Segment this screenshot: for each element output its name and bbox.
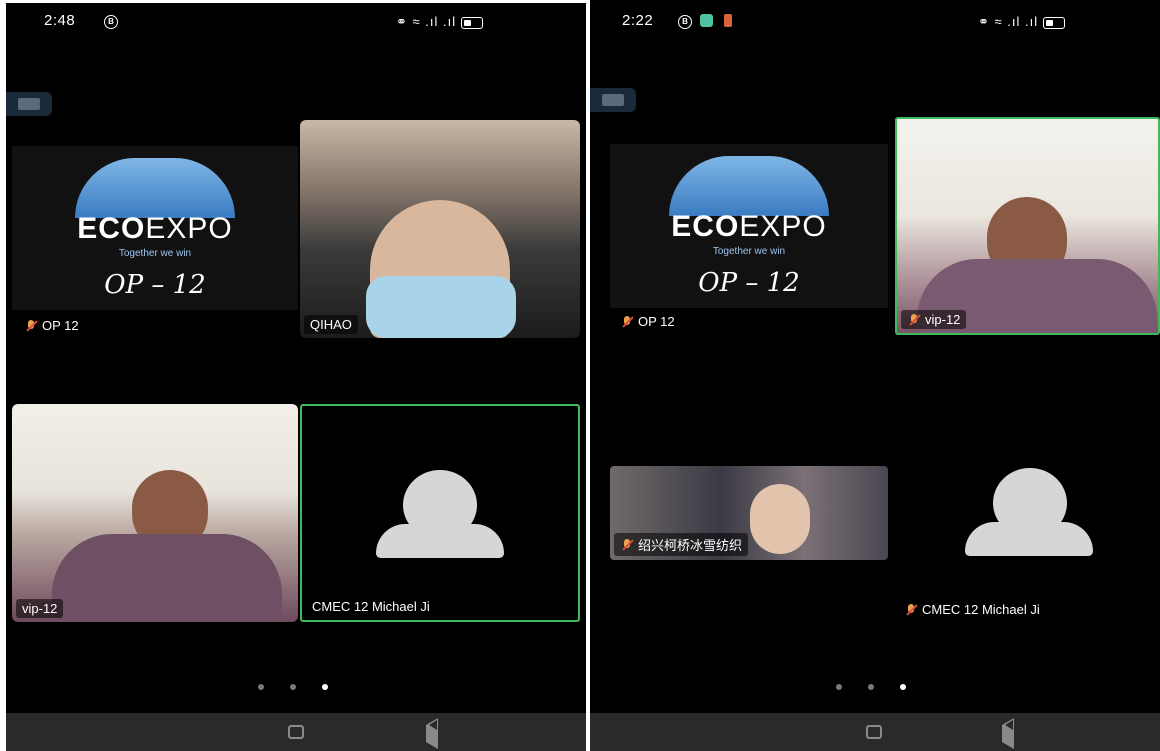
- participant-name-label: CMEC 12 Michael Ji: [312, 599, 430, 614]
- participant-name-shaoxing: 绍兴柯桥冰雪纺织: [614, 533, 749, 556]
- battery-icon: [460, 16, 483, 29]
- participant-name-vip12: vip-12: [901, 310, 967, 329]
- logo-tagline: Together we win: [118, 248, 192, 259]
- system-nav-bar: [590, 713, 1160, 751]
- home-nav-icon[interactable]: [288, 725, 304, 739]
- participant-name-op12: OP 12: [24, 318, 79, 333]
- participant-name-op12: OP 12: [620, 314, 675, 329]
- top-divider: [6, 0, 586, 3]
- status-time: 2:22: [622, 12, 654, 29]
- signal-icon: .ıl: [1007, 14, 1021, 29]
- logo-wordmark: ECOEXPO: [671, 210, 827, 243]
- logo-wordmark: ECOEXPO: [77, 212, 233, 245]
- status-icons: ⚭ ≈ .ıl .ıl: [396, 14, 483, 30]
- participant-name-label: CMEC 12 Michael Ji: [922, 602, 1040, 617]
- video-tile-op12[interactable]: ECOEXPO Together we win OP – 12: [12, 146, 298, 310]
- notification-icon: B: [104, 15, 118, 29]
- mic-off-icon: [620, 315, 634, 329]
- status-time: 2:48: [44, 12, 76, 29]
- participant-name-label: 绍兴柯桥冰雪纺织: [638, 538, 743, 553]
- participant-name-label: QIHAO: [310, 317, 352, 332]
- signal-icon: .ıl: [443, 14, 457, 29]
- mic-off-icon: [904, 603, 918, 617]
- video-tile-cmec12[interactable]: CMEC 12 Michael Ji: [300, 404, 580, 622]
- handwritten-label: OP – 12: [104, 270, 206, 300]
- handwritten-label: OP – 12: [698, 268, 800, 298]
- avatar: [965, 522, 1093, 556]
- video-tile-op12[interactable]: ECOEXPO Together we win OP – 12: [610, 144, 888, 308]
- headphones-icon: ⚭: [396, 14, 408, 29]
- status-icons: ⚭ ≈ .ıl .ıl: [978, 14, 1065, 30]
- participant-body: [52, 534, 282, 622]
- back-nav-icon[interactable]: [426, 718, 438, 749]
- status-bar: 2:48 B ⚭ ≈ .ıl .ıl: [6, 12, 586, 34]
- battery-icon: [1042, 16, 1065, 29]
- phone-screen-left: 2:48 B ⚭ ≈ .ıl .ıl ECOEXPO Together we w…: [6, 0, 586, 751]
- video-tile-vip12[interactable]: vip-12: [895, 117, 1160, 335]
- globe-logo: [75, 158, 235, 218]
- participant-name-cmec12: CMEC 12 Michael Ji: [312, 599, 430, 614]
- signal-icon: .ıl: [1025, 14, 1039, 29]
- app-notification-icon: [724, 14, 732, 27]
- page-dot[interactable]: [258, 684, 264, 690]
- wifi-icon: ≈: [994, 14, 1003, 29]
- signal-icon: .ıl: [425, 14, 439, 29]
- phone-screen-right: 2:22 B ⚭ ≈ .ıl .ıl ECOEXPO Together we w…: [590, 0, 1160, 751]
- video-tile-qihao[interactable]: QIHAO: [300, 120, 580, 338]
- headphones-icon: ⚭: [978, 14, 990, 29]
- page-dot[interactable]: [868, 684, 874, 690]
- book-icon: [18, 98, 40, 110]
- page-dot[interactable]: [290, 684, 296, 690]
- video-tile-shaoxing[interactable]: 绍兴柯桥冰雪纺织: [610, 466, 888, 560]
- participant-name-label: OP 12: [638, 314, 675, 329]
- participant-name-label: vip-12: [925, 312, 961, 327]
- book-icon-button[interactable]: [590, 88, 636, 112]
- page-dot[interactable]: [836, 684, 842, 690]
- app-notification-icon: [700, 14, 713, 27]
- participant-video: [750, 484, 810, 554]
- wifi-icon: ≈: [412, 14, 421, 29]
- globe-logo: [669, 156, 829, 216]
- mic-off-icon: [24, 319, 38, 333]
- book-icon-button[interactable]: [6, 92, 52, 116]
- mic-off-icon: [620, 538, 634, 552]
- book-icon: [602, 94, 624, 106]
- participant-name-vip12: vip-12: [16, 599, 64, 618]
- system-nav-bar: [6, 713, 586, 751]
- page-indicator: [258, 684, 328, 690]
- face-mask: [366, 276, 516, 338]
- notification-icon: B: [678, 15, 692, 29]
- page-dot-current[interactable]: [322, 684, 328, 690]
- video-tile-vip12[interactable]: vip-12: [12, 404, 298, 622]
- status-bar: 2:22 B ⚭ ≈ .ıl .ıl: [590, 12, 1160, 34]
- mic-off-icon: [907, 313, 921, 327]
- participant-name-label: vip-12: [22, 601, 58, 616]
- video-tile-cmec12[interactable]: [895, 404, 1160, 622]
- back-nav-icon[interactable]: [1002, 718, 1014, 749]
- participant-name-qihao: QIHAO: [304, 315, 358, 334]
- participant-name-label: OP 12: [42, 318, 79, 333]
- home-nav-icon[interactable]: [866, 725, 882, 739]
- page-dot-current[interactable]: [900, 684, 906, 690]
- avatar: [376, 524, 504, 558]
- participant-name-cmec12: CMEC 12 Michael Ji: [904, 602, 1040, 617]
- logo-tagline: Together we win: [712, 246, 786, 257]
- page-indicator: [836, 684, 906, 690]
